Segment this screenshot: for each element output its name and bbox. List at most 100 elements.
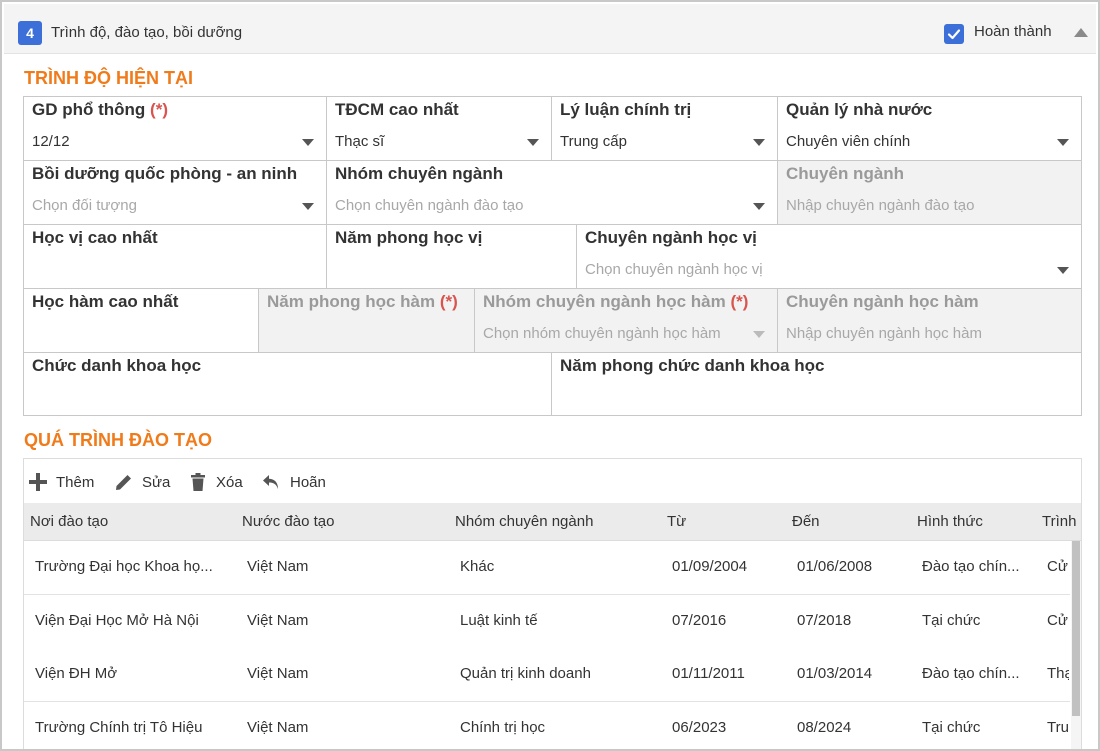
table-cell: 07/2016 — [672, 612, 727, 629]
table-cell: Tru — [1047, 719, 1069, 736]
dropdown-arrow-icon — [753, 331, 765, 338]
field-hoc-vi[interactable]: Học vị cao nhất — [24, 225, 327, 289]
required-mark: (*) — [150, 100, 168, 119]
dropdown-arrow-icon[interactable] — [753, 203, 765, 210]
delete-label: Xóa — [216, 474, 243, 491]
table-cell: Đào tạo chín... — [922, 558, 1020, 575]
undo-label: Hoãn — [290, 474, 326, 491]
scrollbar-thumb[interactable] — [1072, 541, 1080, 716]
column-header[interactable]: Nước đào tạo — [242, 513, 334, 530]
column-header[interactable]: Nơi đào tạo — [30, 513, 108, 530]
field-label: Năm phong chức danh khoa học — [560, 356, 825, 375]
dropdown-arrow-icon[interactable] — [1057, 267, 1069, 274]
table-cell: Chính trị học — [460, 719, 546, 736]
field-value: Trung cấp — [560, 133, 627, 150]
dropdown-arrow-icon[interactable] — [753, 139, 765, 146]
plus-icon — [29, 473, 47, 491]
edit-label: Sửa — [142, 474, 171, 491]
table-cell: Tại chức — [922, 612, 981, 629]
table-cell: 08/2024 — [797, 719, 852, 736]
grid-toolbar: Thêm Sửa Xóa Hoãn — [24, 459, 1081, 503]
column-header[interactable]: Từ — [667, 513, 686, 530]
panel-title: Trình độ, đào tạo, bồi dưỡng — [51, 24, 243, 41]
field-placeholder: Chọn nhóm chuyên ngành học hàm — [483, 325, 721, 342]
table-cell: 07/2018 — [797, 612, 852, 629]
done-checkbox[interactable] — [944, 24, 964, 44]
table-cell: Việt Nam — [247, 665, 309, 682]
add-button[interactable]: Thêm — [28, 471, 106, 495]
edit-button[interactable]: Sửa — [114, 471, 184, 495]
field-label: Học hàm cao nhất — [32, 292, 179, 311]
field-value: Chuyên viên chính — [786, 133, 911, 150]
field-label: Quản lý nhà nước — [786, 100, 933, 119]
column-header[interactable]: Nhóm chuyên ngành — [455, 513, 593, 530]
table-cell: Trường Chính trị Tô Hiệu — [35, 719, 203, 736]
table-cell: Đào tạo chín... — [922, 665, 1020, 682]
current-level-section-title: TRÌNH ĐỘ HIỆN TẠI — [24, 68, 193, 88]
field-label: GD phổ thông (*) — [32, 100, 168, 119]
column-header[interactable]: Đến — [792, 513, 820, 530]
grid-header: Nơi đào tạo Nước đào tạo Nhóm chuyên ngà… — [24, 503, 1081, 541]
dropdown-arrow-icon[interactable] — [302, 139, 314, 146]
field-label: Chuyên ngành — [786, 164, 905, 183]
column-header[interactable]: Hình thức — [917, 513, 983, 530]
collapse-arrow-icon[interactable] — [1074, 28, 1088, 37]
field-placeholder: Chọn chuyên ngành đào tạo — [335, 197, 524, 214]
field-chuc-danh-khoa-hoc[interactable]: Chức danh khoa học — [24, 353, 552, 415]
field-label: TĐCM cao nhất — [335, 100, 459, 119]
delete-button[interactable]: Xóa — [188, 471, 254, 495]
field-label: Chức danh khoa học — [32, 356, 202, 375]
field-placeholder: Chọn chuyên ngành học vị — [585, 261, 763, 278]
table-row[interactable]: Trường Đại học Khoa họ... Việt Nam Khác … — [24, 541, 1070, 595]
required-mark: (*) — [730, 292, 749, 311]
field-hoc-ham[interactable]: Học hàm cao nhất — [24, 289, 259, 353]
panel-header[interactable]: 4 Trình độ, đào tạo, bồi dưỡng Hoàn thàn… — [4, 4, 1096, 54]
undo-button[interactable]: Hoãn — [262, 471, 342, 495]
field-chuyen-nganh-hoc-vi[interactable]: Chuyên ngành học vị Chọn chuyên ngành họ… — [577, 225, 1081, 289]
field-nam-phong-hoc-ham: Năm phong học hàm (*) — [259, 289, 475, 353]
field-placeholder: Nhập chuyên ngành đào tạo — [786, 197, 975, 214]
field-tdcm[interactable]: TĐCM cao nhất Thạc sĩ — [327, 97, 552, 161]
field-quan-ly-nha-nuoc[interactable]: Quản lý nhà nước Chuyên viên chính — [778, 97, 1081, 161]
field-nhom-chuyen-nganh-hoc-ham: Nhóm chuyên ngành học hàm (*) Chọn nhóm … — [475, 289, 778, 353]
step-number-badge: 4 — [18, 21, 42, 45]
field-label: Năm phong học vị — [335, 228, 483, 247]
table-cell: Tại chức — [922, 719, 981, 736]
table-row[interactable]: Viện ĐH Mở Việt Nam Quản trị kinh doanh … — [24, 648, 1070, 702]
dropdown-arrow-icon[interactable] — [527, 139, 539, 146]
field-label: Học vị cao nhất — [32, 228, 158, 247]
dropdown-arrow-icon[interactable] — [1057, 139, 1069, 146]
table-row[interactable]: Viện Đại Học Mở Hà Nội Việt Nam Luật kin… — [24, 595, 1070, 649]
field-nam-phong-hoc-vi[interactable]: Năm phong học vị — [327, 225, 577, 289]
field-quoc-phong-an-ninh[interactable]: Bồi dưỡng quốc phòng - an ninh Chọn đối … — [24, 161, 327, 225]
dropdown-arrow-icon[interactable] — [302, 203, 314, 210]
field-placeholder: Chọn đối tượng — [32, 197, 137, 214]
field-value: 12/12 — [32, 133, 70, 150]
field-label: Nhóm chuyên ngành học hàm (*) — [483, 292, 749, 311]
field-nam-phong-chuc-danh[interactable]: Năm phong chức danh khoa học — [552, 353, 1081, 415]
field-placeholder: Nhập chuyên ngành học hàm — [786, 325, 982, 342]
training-grid: Thêm Sửa Xóa Hoãn Nơi đào tạo Nước đào t… — [23, 458, 1082, 749]
table-cell: 01/06/2008 — [797, 558, 873, 575]
form-window: 4 Trình độ, đào tạo, bồi dưỡng Hoàn thàn… — [0, 0, 1100, 751]
table-cell: Khác — [460, 558, 495, 575]
table-row[interactable]: Trường Chính trị Tô Hiệu Việt Nam Chính … — [24, 702, 1070, 749]
table-cell: Việt Nam — [247, 558, 309, 575]
table-cell: Quản trị kinh doanh — [460, 665, 591, 682]
table-cell: Trường Đại học Khoa họ... — [35, 558, 213, 575]
field-nhom-chuyen-nganh[interactable]: Nhóm chuyên ngành Chọn chuyên ngành đào … — [327, 161, 778, 225]
required-mark: (*) — [439, 292, 458, 311]
undo-icon — [263, 475, 278, 489]
table-cell: Viện ĐH Mở — [35, 665, 118, 682]
trash-icon — [191, 473, 205, 491]
column-header[interactable]: Trình — [1042, 513, 1076, 530]
table-cell: 01/09/2004 — [672, 558, 748, 575]
table-cell: 01/11/2011 — [672, 665, 745, 682]
field-label: Chuyên ngành học hàm — [786, 292, 979, 311]
grid-vertical-scrollbar[interactable] — [1071, 541, 1081, 749]
field-label: Chuyên ngành học vị — [585, 228, 757, 247]
field-ly-luan-chinh-tri[interactable]: Lý luận chính trị Trung cấp — [552, 97, 778, 161]
table-cell: 01/03/2014 — [797, 665, 873, 682]
training-section-title: QUÁ TRÌNH ĐÀO TẠO — [24, 430, 212, 450]
field-gd-pho-thong[interactable]: GD phổ thông (*) 12/12 — [24, 97, 327, 161]
